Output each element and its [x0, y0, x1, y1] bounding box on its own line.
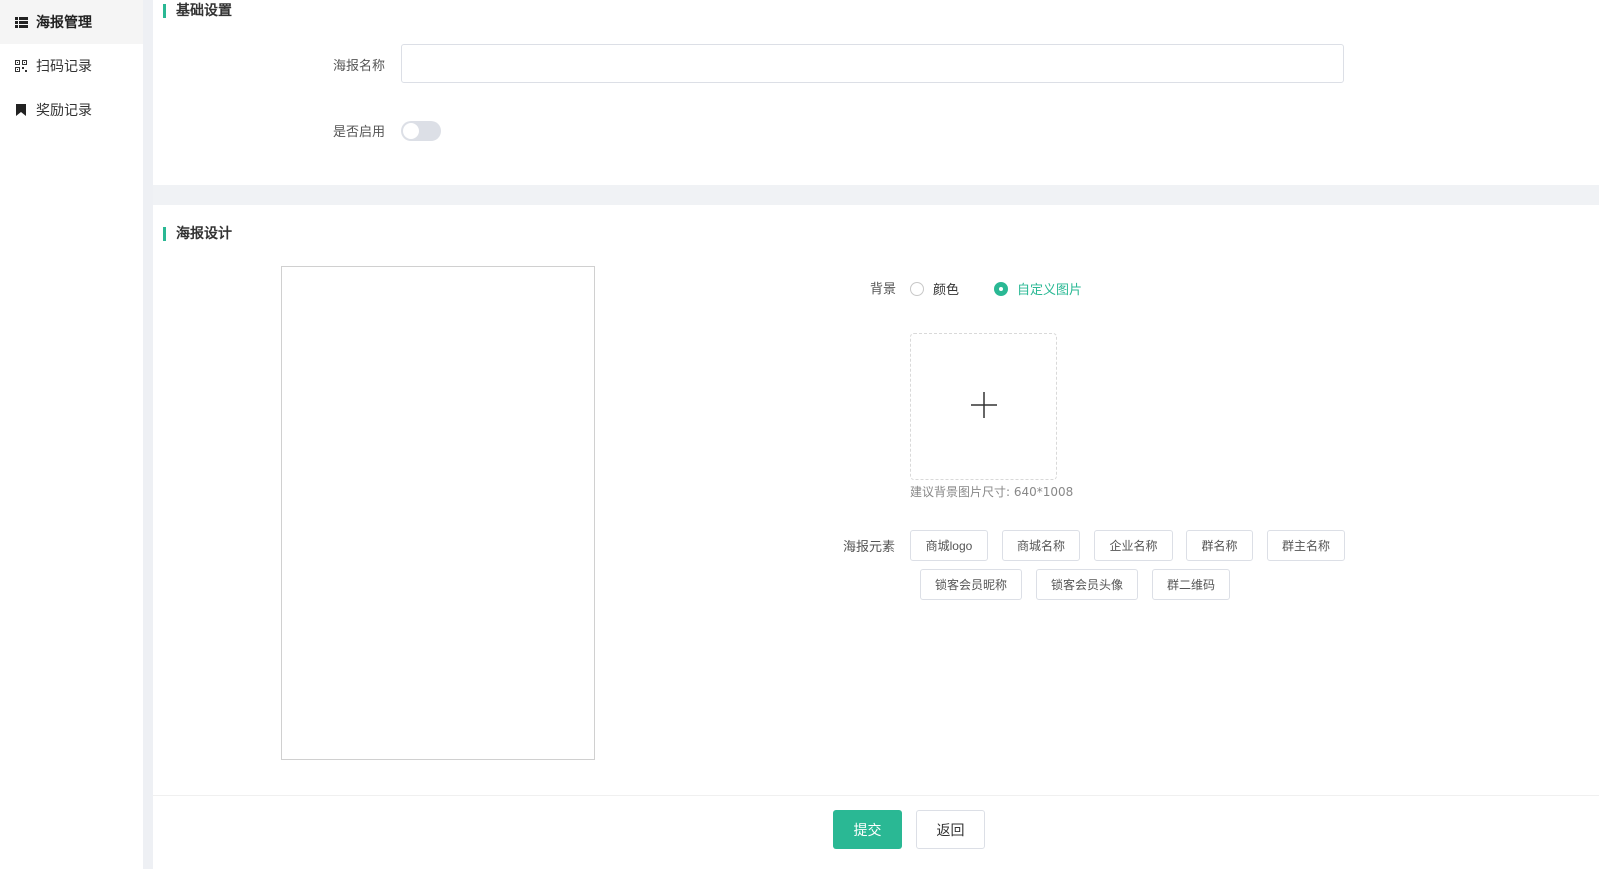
sidebar-item-label: 海报管理: [36, 15, 92, 31]
footer-actions: 提交 返回: [153, 795, 1599, 869]
list-icon: [14, 15, 28, 29]
sidebar-item-label: 奖励记录: [36, 103, 92, 119]
section-title-design: 海报设计: [163, 226, 232, 242]
element-button-member-avatar[interactable]: 锁客会员头像: [1036, 569, 1138, 600]
background-label: 背景: [870, 282, 897, 297]
radio-dot: [910, 281, 924, 296]
element-button-mall-name[interactable]: 商城名称: [1002, 530, 1080, 561]
background-upload-box[interactable]: [910, 333, 1057, 480]
basic-settings-panel: 基础设置 海报名称 是否启用: [153, 0, 1599, 185]
section-title-basic: 基础设置: [163, 3, 232, 19]
element-button-group-owner-name[interactable]: 群主名称: [1267, 530, 1345, 561]
sidebar-item-poster-management[interactable]: 海报管理: [0, 0, 143, 44]
background-image-radio[interactable]: 自定义图片: [994, 279, 1082, 298]
poster-design-panel: 海报设计 背景 颜色 自定义图片 建议背景图片尺寸: 640*1008 海报元素…: [153, 205, 1599, 795]
element-button-mall-logo[interactable]: 商城logo: [910, 530, 988, 561]
bookmark-icon: [14, 103, 28, 117]
poster-elements-label: 海报元素: [843, 540, 896, 555]
sidebar-divider: [143, 0, 153, 869]
sidebar-item-reward-records[interactable]: 奖励记录: [0, 88, 143, 132]
background-color-radio[interactable]: 颜色: [910, 279, 959, 298]
switch-knob: [403, 123, 419, 139]
enable-label: 是否启用: [333, 125, 386, 140]
upload-hint: 建议背景图片尺寸: 640*1008: [910, 485, 1074, 499]
sidebar-item-scan-records[interactable]: 扫码记录: [0, 44, 143, 88]
enable-switch[interactable]: [401, 121, 441, 141]
element-button-group-qrcode[interactable]: 群二维码: [1152, 569, 1230, 600]
sidebar: 海报管理 扫码记录 奖励记录: [0, 0, 143, 869]
element-button-member-nickname[interactable]: 锁客会员昵称: [920, 569, 1022, 600]
radio-label: 自定义图片: [1017, 283, 1083, 298]
submit-button[interactable]: 提交: [833, 810, 902, 849]
qrcode-icon: [14, 59, 28, 73]
element-button-company-name[interactable]: 企业名称: [1094, 530, 1173, 561]
poster-preview-canvas[interactable]: [281, 266, 595, 760]
poster-name-input[interactable]: [401, 44, 1344, 83]
radio-dot: [994, 281, 1008, 296]
back-button[interactable]: 返回: [916, 810, 985, 849]
poster-name-label: 海报名称: [333, 59, 386, 74]
sidebar-item-label: 扫码记录: [36, 59, 92, 75]
plus-icon: [970, 391, 998, 423]
element-button-group-name[interactable]: 群名称: [1186, 530, 1253, 561]
radio-label: 颜色: [933, 283, 960, 298]
